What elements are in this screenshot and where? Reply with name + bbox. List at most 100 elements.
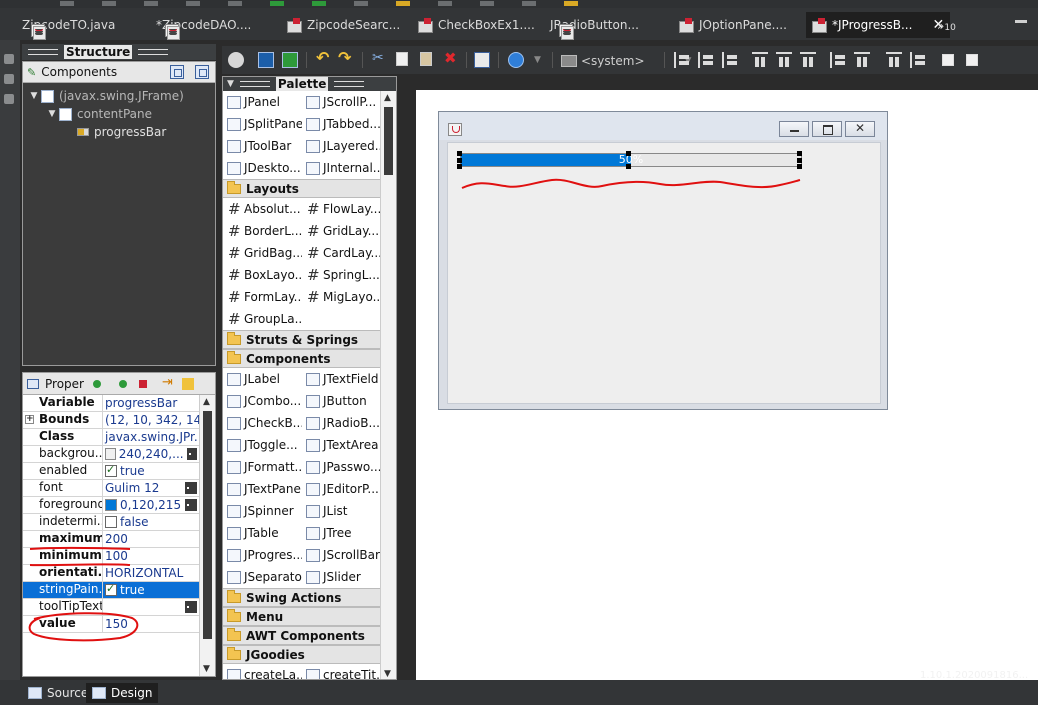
ellipsis-icon[interactable]	[186, 448, 199, 460]
paste-icon[interactable]	[420, 52, 432, 66]
editor-tab[interactable]: ZipcodeSearc...	[287, 13, 400, 37]
cut-icon[interactable]	[372, 50, 388, 68]
tab-source[interactable]: Source	[22, 683, 94, 703]
property-value[interactable]: false	[103, 514, 199, 530]
property-value[interactable]: javax.swing.JPr...	[103, 429, 199, 445]
selection-handle[interactable]	[797, 151, 802, 156]
property-value[interactable]: 100	[103, 548, 199, 564]
show-events-icon[interactable]	[90, 377, 104, 391]
palette-item[interactable]: JToggle...	[223, 434, 302, 456]
chevron-down-icon[interactable]: ▼	[227, 79, 234, 89]
center-vertical-icon[interactable]	[966, 54, 978, 66]
palette-item[interactable]: JFormatt...	[223, 456, 302, 478]
ellipsis-icon[interactable]	[185, 499, 199, 511]
palette-item[interactable]: JSlider	[302, 566, 381, 588]
property-checkbox[interactable]	[105, 582, 117, 596]
tab-design[interactable]: Design	[86, 683, 159, 703]
property-checkbox[interactable]	[105, 516, 117, 528]
scroll-up-icon[interactable]: ▲	[384, 93, 391, 103]
property-row[interactable]: Variable progressBar	[23, 395, 199, 412]
editor-tab[interactable]: JOptionPane....	[679, 13, 787, 37]
palette-item[interactable]: FormLay...	[223, 286, 302, 308]
palette-item[interactable]: JEditorP...	[302, 478, 381, 500]
palette-item[interactable]: JTable	[223, 522, 302, 544]
property-value[interactable]: progressBar	[103, 395, 199, 411]
selection-handle[interactable]	[457, 164, 462, 169]
palette-item[interactable]: JPanel	[223, 91, 302, 113]
palette-item[interactable]: JLayered...	[302, 135, 381, 157]
chevron-down-icon[interactable]: ▼	[45, 109, 59, 119]
delete-icon[interactable]	[444, 49, 460, 68]
window-minimize-button[interactable]	[779, 121, 809, 137]
palette-category[interactable]: Layouts	[223, 179, 381, 198]
palette-item[interactable]: createLa...	[223, 664, 302, 679]
content-pane[interactable]: 50%	[447, 142, 881, 404]
property-row[interactable]: backgrou... 240,240,...	[23, 446, 199, 463]
minimize-icon[interactable]	[1015, 20, 1027, 23]
editor-tab[interactable]: JRadioButton...	[550, 13, 639, 40]
align-bottom-icon[interactable]	[800, 52, 816, 68]
align-left-icon[interactable]	[674, 52, 690, 68]
palette-item[interactable]: JList	[302, 500, 381, 522]
palette-item[interactable]: JPasswo...	[302, 456, 381, 478]
expand-all-icon[interactable]	[170, 65, 184, 79]
jframe-preview[interactable]: 50%	[438, 111, 888, 410]
distribute-vertical-icon[interactable]	[910, 52, 926, 68]
redo-icon[interactable]	[338, 48, 354, 68]
property-row[interactable]: toolTipText	[23, 599, 199, 616]
same-width-icon[interactable]	[830, 52, 846, 68]
copy-icon[interactable]	[396, 52, 408, 66]
property-row[interactable]: indetermi... false	[23, 514, 199, 531]
editor-tab[interactable]: *ZipcodeDAO....	[156, 13, 251, 40]
palette-item[interactable]: FlowLay...	[302, 198, 381, 220]
palette-category[interactable]: Swing Actions	[223, 588, 381, 607]
look-and-feel-select[interactable]: <system> ▼	[561, 54, 691, 68]
palette-item[interactable]: JToolBar	[223, 135, 302, 157]
palette-item[interactable]: JDeskto...	[223, 157, 302, 179]
selection-handle[interactable]	[626, 164, 631, 169]
convert-icon[interactable]	[162, 375, 176, 391]
palette-item[interactable]: JLabel	[223, 368, 302, 390]
property-row[interactable]: value 150	[23, 616, 199, 633]
scroll-thumb[interactable]	[203, 411, 212, 639]
ellipsis-icon[interactable]	[185, 482, 199, 494]
restore-default-icon[interactable]	[136, 377, 150, 391]
palette-item[interactable]: JProgres...	[223, 544, 302, 566]
palette-item[interactable]: JCheckB...	[223, 412, 302, 434]
property-value[interactable]: HORIZONTAL	[103, 565, 199, 581]
tab-overflow-button[interactable]: »10	[937, 19, 956, 33]
palette-item[interactable]: JRadioB...	[302, 412, 381, 434]
tree-node-contentpane[interactable]: ▼ contentPane	[23, 105, 215, 123]
align-center-icon[interactable]	[698, 52, 714, 68]
property-value[interactable]: 0,120,215	[103, 497, 199, 513]
palette-item[interactable]: GridBag...	[223, 242, 302, 264]
scroll-down-icon[interactable]: ▼	[384, 669, 391, 679]
palette-scrollbar[interactable]: ▲ ▼	[380, 91, 396, 679]
palette-item[interactable]: JTabbed...	[302, 113, 381, 135]
property-row[interactable]: Class javax.swing.JPr...	[23, 429, 199, 446]
palette-item[interactable]: BoxLayo...	[223, 264, 302, 286]
property-row[interactable]: maximum 200	[23, 531, 199, 548]
property-value[interactable]: 240,240,...	[103, 446, 199, 462]
scroll-thumb[interactable]	[384, 107, 393, 175]
palette-category[interactable]: Menu	[223, 607, 381, 626]
chevron-down-icon[interactable]: ▼	[534, 55, 541, 65]
property-value[interactable]: (12, 10, 342, 14)	[103, 412, 199, 428]
palette-item[interactable]: MigLayo...	[302, 286, 381, 308]
property-row[interactable]: foreground 0,120,215	[23, 497, 199, 514]
progress-bar[interactable]: 50%	[460, 153, 802, 167]
palette-item[interactable]: GridLay...	[302, 220, 381, 242]
palette-item[interactable]: JSpinner	[223, 500, 302, 522]
collapse-all-icon[interactable]	[195, 65, 209, 79]
ellipsis-icon[interactable]	[185, 601, 199, 613]
palette-item[interactable]: JTextPane	[223, 478, 302, 500]
property-row[interactable]: orientati...HORIZONTAL	[23, 565, 199, 582]
scroll-up-icon[interactable]: ▲	[203, 397, 210, 407]
same-height-icon[interactable]	[854, 52, 870, 68]
palette-item[interactable]: JSeparator	[223, 566, 302, 588]
window-close-button[interactable]	[845, 121, 875, 137]
tree-node-jframe[interactable]: ▼ (javax.swing.JFrame)	[23, 87, 215, 105]
scroll-down-icon[interactable]: ▼	[203, 664, 210, 674]
palette-category[interactable]: Components	[223, 349, 381, 368]
property-value[interactable]: true	[103, 582, 199, 598]
